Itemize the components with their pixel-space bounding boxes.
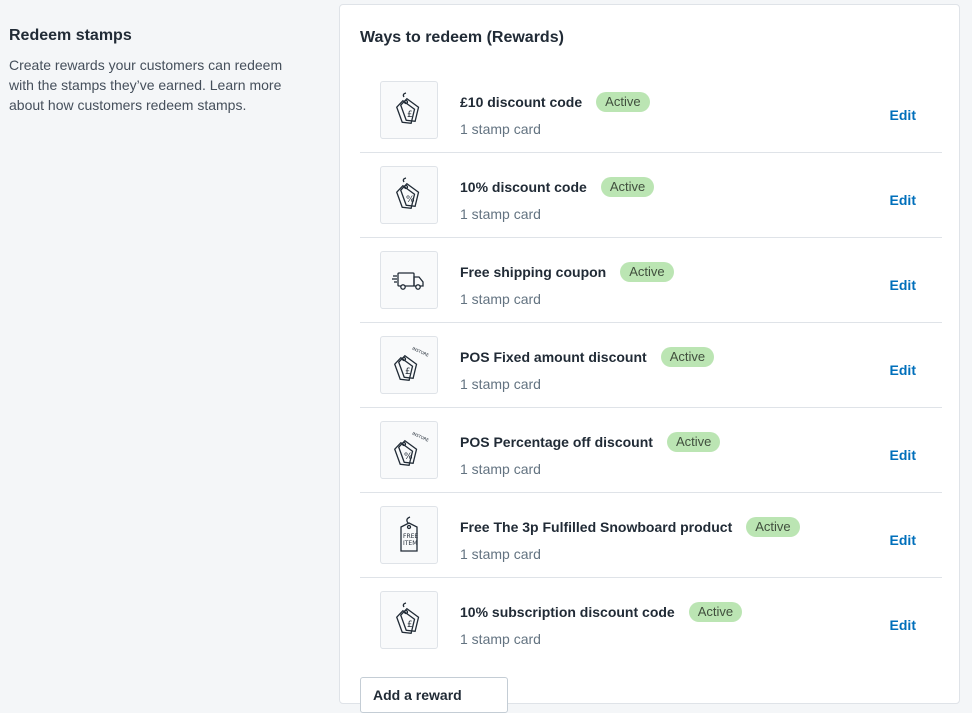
reward-row: Free shipping coupon Active 1 stamp card… bbox=[360, 238, 942, 323]
tag-pound-icon: £ bbox=[380, 591, 438, 649]
svg-text:%: % bbox=[406, 195, 415, 205]
reward-subtitle: 1 stamp card bbox=[460, 631, 541, 647]
tag-pound-icon: £ bbox=[380, 81, 438, 139]
reward-title: Free The 3p Fulfilled Snowboard product bbox=[460, 519, 733, 535]
reward-subtitle: 1 stamp card bbox=[460, 206, 541, 222]
edit-reward-link[interactable]: Edit bbox=[890, 105, 916, 125]
reward-subtitle: 1 stamp card bbox=[460, 121, 541, 137]
svg-text:INSTORE: INSTORE bbox=[412, 431, 429, 443]
reward-row: £ £10 discount code Active 1 stamp card … bbox=[360, 68, 942, 153]
section-description: Create rewards your customers can redeem… bbox=[9, 57, 283, 113]
reward-title: POS Percentage off discount bbox=[460, 434, 653, 450]
svg-text:ITEM: ITEM bbox=[403, 540, 417, 547]
reward-row: FREE ITEM Free The 3p Fulfilled Snowboar… bbox=[360, 493, 942, 578]
reward-title: Free shipping coupon bbox=[460, 264, 607, 280]
status-badge: Active bbox=[688, 602, 743, 622]
status-badge: Active bbox=[620, 262, 674, 282]
reward-subtitle: 1 stamp card bbox=[460, 376, 541, 392]
reward-row: % 10% discount code Active 1 stamp card … bbox=[360, 153, 942, 238]
status-badge: Active bbox=[666, 432, 721, 452]
reward-subtitle: 1 stamp card bbox=[460, 546, 541, 562]
reward-subtitle: 1 stamp card bbox=[460, 461, 541, 477]
reward-title: 10% subscription discount code bbox=[460, 604, 675, 620]
card-title: Ways to redeem (Rewards) bbox=[360, 29, 564, 46]
rewards-card: Ways to redeem (Rewards) £ £10 discount … bbox=[339, 4, 960, 713]
section-description-panel: Redeem stamps Create rewards your custom… bbox=[9, 25, 309, 115]
reward-title: POS Fixed amount discount bbox=[460, 349, 647, 365]
edit-reward-link[interactable]: Edit bbox=[890, 190, 916, 210]
instore-tag-pound-icon: £ INSTORE bbox=[380, 336, 438, 394]
status-badge: Active bbox=[596, 92, 650, 112]
free-item-tag-icon: FREE ITEM bbox=[380, 506, 438, 564]
rewards-list: £ £10 discount code Active 1 stamp card … bbox=[360, 68, 942, 662]
reward-title: £10 discount code bbox=[460, 94, 583, 110]
svg-text:£: £ bbox=[405, 367, 411, 377]
status-badge: Active bbox=[600, 177, 655, 197]
tag-percent-icon: % bbox=[380, 166, 438, 224]
instore-tag-percent-icon: % INSTORE bbox=[380, 421, 438, 479]
status-badge: Active bbox=[746, 517, 800, 537]
svg-text:£: £ bbox=[407, 620, 413, 630]
reward-row: £ 10% subscription discount code Active … bbox=[360, 578, 942, 662]
reward-row: £ INSTORE POS Fixed amount discount Acti… bbox=[360, 323, 942, 408]
edit-reward-link[interactable]: Edit bbox=[890, 530, 916, 550]
edit-reward-link[interactable]: Edit bbox=[890, 275, 916, 295]
section-title: Redeem stamps bbox=[9, 27, 132, 44]
add-reward-button[interactable]: Add a reward bbox=[360, 677, 508, 713]
svg-text:FREE: FREE bbox=[403, 533, 418, 540]
svg-text:INSTORE: INSTORE bbox=[412, 346, 429, 358]
reward-title: 10% discount code bbox=[460, 179, 587, 195]
svg-text:%: % bbox=[404, 452, 413, 462]
edit-reward-link[interactable]: Edit bbox=[890, 445, 916, 465]
reward-row: % INSTORE POS Percentage off discount Ac… bbox=[360, 408, 942, 493]
reward-subtitle: 1 stamp card bbox=[460, 291, 541, 307]
edit-reward-link[interactable]: Edit bbox=[890, 360, 916, 380]
delivery-truck-icon bbox=[380, 251, 438, 309]
status-badge: Active bbox=[660, 347, 715, 367]
edit-reward-link[interactable]: Edit bbox=[890, 615, 916, 635]
svg-text:£: £ bbox=[407, 110, 413, 120]
